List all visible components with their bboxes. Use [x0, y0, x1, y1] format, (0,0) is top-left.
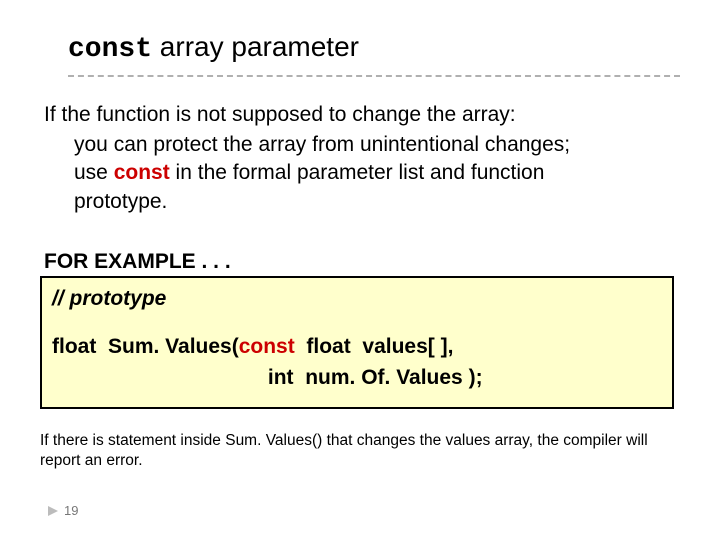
code-example-box: // prototype float Sum. Values(const flo…: [40, 276, 674, 409]
code-line-2: int num. Of. Values );: [52, 363, 662, 393]
body-line-3: use const in the formal parameter list a…: [74, 159, 670, 187]
body-line-1: If the function is not supposed to chang…: [44, 101, 670, 129]
page-number: 19: [64, 503, 78, 518]
body-line-4: prototype.: [74, 188, 670, 216]
slide-content: const array parameter If the function is…: [0, 0, 720, 492]
code-comment: // prototype: [52, 284, 662, 314]
footer-note: If there is statement inside Sum. Values…: [40, 431, 672, 471]
code-line-1: float Sum. Values(const float values[ ],: [52, 332, 662, 362]
const-keyword: const: [114, 161, 170, 184]
body-line-2: you can protect the array from unintenti…: [74, 131, 670, 159]
const-keyword-code: const: [239, 335, 295, 358]
slide-title: const array parameter: [68, 30, 680, 77]
body-paragraph: If the function is not supposed to chang…: [44, 101, 670, 216]
example-label: FOR EXAMPLE . . .: [44, 250, 680, 274]
slide-footer: 19: [48, 503, 78, 518]
title-keyword: const: [68, 34, 152, 65]
title-rest: array parameter: [152, 31, 359, 62]
play-icon: [48, 506, 58, 516]
